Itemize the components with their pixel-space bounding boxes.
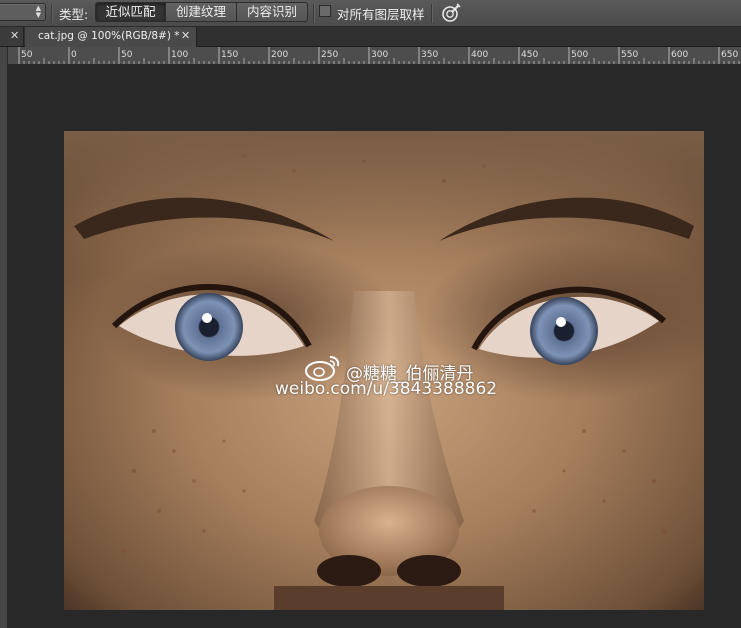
ruler-ticks: 50 0 50 100 150 200 250 300 350 400 450 500 550 600 65…: [18, 47, 740, 64]
ruler-label: 50: [121, 50, 133, 60]
sample-all-layers-label: 对所有图层取样: [337, 7, 425, 22]
horizontal-ruler[interactable]: 50 0 50 100 150 200 250 300 350 400 450 500 550 600 65…: [0, 47, 741, 65]
document-tab-title: cat.jpg @ 100%(RGB/8#) *: [38, 30, 180, 42]
close-icon[interactable]: ✕: [10, 29, 19, 42]
chevron-updown-icon: ▲ ▼: [35, 4, 41, 19]
ruler-label: 550: [621, 50, 638, 60]
type-label: 类型:: [59, 7, 89, 22]
close-icon[interactable]: ✕: [181, 29, 190, 42]
document-tab-bar: ✕ cat.jpg @ 100%(RGB/8#) * ✕: [0, 27, 741, 47]
tab-previous-document[interactable]: ✕: [0, 27, 24, 46]
options-bar: ▲ ▼ 类型: 近似匹配 创建纹理 内容识别 对所有图层取样: [0, 0, 741, 27]
divider: [51, 4, 52, 23]
mode-content-aware-button[interactable]: 内容识别: [236, 2, 308, 22]
ruler-label: 0: [71, 50, 77, 60]
ruler-label: 600: [671, 50, 688, 60]
ruler-label: 400: [471, 50, 488, 60]
ruler-label: 200: [271, 50, 288, 60]
mode-proximity-match-button[interactable]: 近似匹配: [95, 2, 166, 22]
tool-preset-picker[interactable]: ▲ ▼: [0, 3, 46, 21]
ruler-label: 300: [371, 50, 388, 60]
ruler-label: 250: [321, 50, 338, 60]
ruler-label: 150: [221, 50, 238, 60]
sample-all-layers-checkbox[interactable]: [319, 5, 331, 17]
ruler-label: 350: [421, 50, 438, 60]
ruler-label: 450: [521, 50, 538, 60]
ruler-label: 100: [171, 50, 188, 60]
ruler-label: 500: [571, 50, 588, 60]
ruler-label: 650: [721, 50, 738, 60]
pressure-brush-button[interactable]: [440, 2, 462, 24]
tab-cat-document[interactable]: cat.jpg @ 100%(RGB/8#) *: [25, 27, 197, 47]
divider: [313, 4, 314, 23]
face-photo: [64, 131, 704, 610]
mode-create-texture-button[interactable]: 创建纹理: [165, 2, 237, 22]
vertical-ruler[interactable]: [0, 65, 8, 628]
ruler-origin[interactable]: [0, 47, 8, 65]
pressure-brush-icon: [442, 3, 461, 22]
divider: [431, 4, 432, 23]
photo-canvas[interactable]: @糖糖_伯俪清丹 weibo.com/u/3843388862: [64, 131, 704, 610]
ruler-label: 50: [21, 50, 33, 60]
